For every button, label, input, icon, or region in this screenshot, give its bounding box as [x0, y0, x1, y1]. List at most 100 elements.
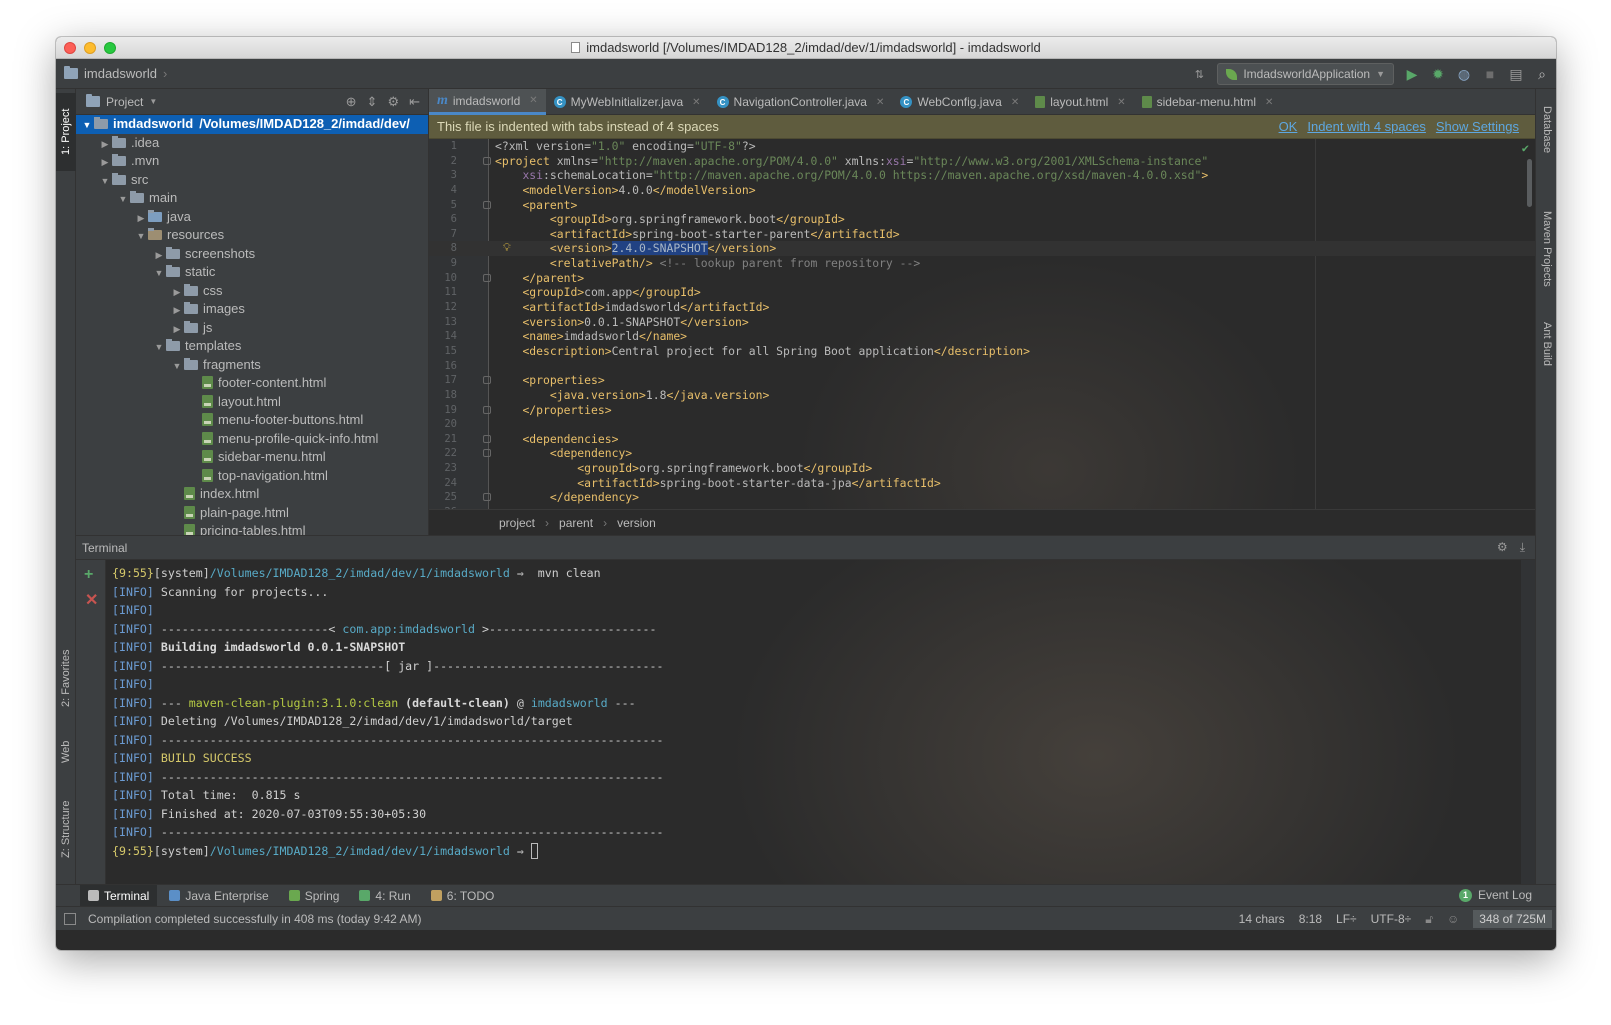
expanded-arrow-icon[interactable]: ▼: [80, 116, 94, 135]
fold-marker-icon[interactable]: [483, 376, 491, 385]
tree-item[interactable]: ▼ main: [76, 189, 428, 208]
new-session-icon[interactable]: +: [84, 566, 93, 584]
line-separator[interactable]: LF÷: [1336, 912, 1357, 926]
hector-icon[interactable]: ☺: [1447, 912, 1459, 926]
collapsed-arrow-icon[interactable]: ▶: [98, 135, 112, 154]
editor-tab[interactable]: C MyWebInitializer.java ✕: [546, 89, 709, 115]
fold-marker-icon[interactable]: [483, 434, 491, 443]
editor-tab[interactable]: m imdadsworld ✕: [429, 89, 546, 115]
close-tab-icon[interactable]: ✕: [529, 95, 537, 106]
fold-marker-icon[interactable]: [483, 405, 491, 414]
build-project-icon[interactable]: ⇅: [1191, 66, 1207, 82]
tree-item[interactable]: ▼ imdadsworld/Volumes/IMDAD128_2/imdad/de…: [76, 115, 428, 134]
expanded-arrow-icon[interactable]: ▼: [98, 172, 112, 191]
maximize-window-button[interactable]: [104, 42, 116, 54]
stop-icon[interactable]: ■: [1482, 66, 1498, 82]
tool-window-favorites[interactable]: 2: Favorites: [56, 634, 76, 722]
collapsed-arrow-icon[interactable]: ▶: [170, 320, 184, 339]
run-configuration-select[interactable]: ImdadsworldApplication ▼: [1217, 63, 1394, 85]
event-log-button[interactable]: 1 Event Log: [1458, 888, 1532, 902]
fold-marker-icon[interactable]: [483, 156, 491, 165]
collapsed-arrow-icon[interactable]: ▶: [152, 246, 166, 265]
ok-link[interactable]: OK: [1279, 119, 1298, 134]
show-settings-link[interactable]: Show Settings: [1436, 119, 1519, 134]
tree-item[interactable]: ▶ images: [76, 300, 428, 319]
tool-window-maven[interactable]: Maven Projects: [1536, 189, 1556, 309]
tree-item[interactable]: menu-footer-buttons.html: [76, 411, 428, 430]
tree-item[interactable]: sidebar-menu.html: [76, 448, 428, 467]
tool-window-structure[interactable]: Z: Structure: [56, 784, 76, 874]
collapsed-arrow-icon[interactable]: ▶: [170, 301, 184, 320]
caret-position[interactable]: 8:18: [1299, 912, 1322, 926]
code-editor[interactable]: 1 <?xml version="1.0" encoding="UTF-8"?> 2…: [429, 139, 1535, 509]
tool-window-database[interactable]: Database: [1536, 95, 1556, 165]
tree-item[interactable]: pricing-tables.html: [76, 522, 428, 535]
tree-item[interactable]: index.html: [76, 485, 428, 504]
tree-item[interactable]: plain-page.html: [76, 504, 428, 523]
tool-window-web[interactable]: Web: [56, 729, 76, 775]
tree-item[interactable]: menu-profile-quick-info.html: [76, 430, 428, 449]
tool-tab[interactable]: 6: TODO: [423, 885, 503, 907]
locate-file-icon[interactable]: ⊕: [346, 94, 357, 110]
hide-panel-icon[interactable]: ⇤: [409, 94, 420, 110]
file-encoding[interactable]: UTF-8÷: [1371, 912, 1412, 926]
breadcrumb-item[interactable]: version: [617, 516, 656, 530]
tool-window-project[interactable]: 1: Project: [56, 93, 76, 171]
tool-tab[interactable]: Spring: [281, 885, 348, 907]
editor-tab[interactable]: layout.html ✕: [1027, 89, 1133, 115]
breadcrumb-item[interactable]: project: [499, 516, 535, 530]
tool-tab[interactable]: Java Enterprise: [161, 885, 276, 907]
search-icon[interactable]: ⌕: [1534, 66, 1550, 82]
tree-item[interactable]: ▶ screenshots: [76, 245, 428, 264]
close-tab-icon[interactable]: ✕: [876, 97, 884, 108]
editor-tab[interactable]: C NavigationController.java ✕: [709, 89, 893, 115]
minimize-window-button[interactable]: [84, 42, 96, 54]
tool-window-ant[interactable]: Ant Build: [1536, 304, 1556, 384]
gear-icon[interactable]: ⚙: [387, 94, 399, 110]
tree-item[interactable]: top-navigation.html: [76, 467, 428, 486]
expanded-arrow-icon[interactable]: ▼: [116, 190, 130, 209]
close-session-icon[interactable]: ✕: [85, 590, 98, 610]
tree-item[interactable]: ▼ templates: [76, 337, 428, 356]
tool-windows-toggle[interactable]: [64, 912, 76, 925]
fold-marker-icon[interactable]: [483, 200, 491, 209]
close-tab-icon[interactable]: ✕: [692, 97, 700, 108]
collapsed-arrow-icon[interactable]: ▶: [134, 209, 148, 228]
terminal-output[interactable]: {9:55}[system]/Volumes/IMDAD128_2/imdad/…: [112, 564, 1521, 884]
project-view-select[interactable]: Project: [106, 95, 143, 109]
chevron-down-icon[interactable]: ▼: [149, 97, 157, 106]
tree-item[interactable]: ▼ static: [76, 263, 428, 282]
collapsed-arrow-icon[interactable]: ▶: [170, 283, 184, 302]
tree-item[interactable]: ▶ .mvn: [76, 152, 428, 171]
debug-icon[interactable]: ✹: [1430, 66, 1446, 82]
tree-item[interactable]: ▼ src: [76, 171, 428, 190]
indent-with-spaces-link[interactable]: Indent with 4 spaces: [1307, 119, 1426, 134]
tree-item[interactable]: ▶ js: [76, 319, 428, 338]
close-tab-icon[interactable]: ✕: [1117, 97, 1125, 108]
collapse-all-icon[interactable]: ⇕: [367, 94, 378, 110]
inspection-ok-icon[interactable]: ✔: [1522, 141, 1529, 155]
tool-tab[interactable]: Terminal: [80, 884, 158, 907]
expanded-arrow-icon[interactable]: ▼: [134, 227, 148, 246]
fold-marker-icon[interactable]: [483, 449, 491, 458]
terminal-scrollbar[interactable]: [1521, 560, 1535, 884]
lock-icon[interactable]: 🔓︎: [1425, 912, 1433, 927]
coverage-icon[interactable]: ◍: [1456, 66, 1472, 82]
editor-tab[interactable]: C WebConfig.java ✕: [892, 89, 1027, 115]
tool-tab[interactable]: 4: Run: [351, 885, 418, 907]
memory-indicator[interactable]: 348 of 725M: [1473, 910, 1552, 928]
tree-item[interactable]: ▶ .idea: [76, 134, 428, 153]
project-structure-icon[interactable]: ▤: [1508, 66, 1524, 82]
fold-marker-icon[interactable]: [483, 273, 491, 282]
editor-tab[interactable]: sidebar-menu.html ✕: [1134, 89, 1282, 115]
expanded-arrow-icon[interactable]: ▼: [170, 357, 184, 376]
gear-icon[interactable]: ⚙: [1497, 540, 1508, 555]
tree-item[interactable]: ▶ java: [76, 208, 428, 227]
hide-panel-icon[interactable]: ⤓: [1520, 540, 1525, 555]
expanded-arrow-icon[interactable]: ▼: [152, 338, 166, 357]
breadcrumb-item[interactable]: parent: [559, 516, 593, 530]
collapsed-arrow-icon[interactable]: ▶: [98, 153, 112, 172]
tree-item[interactable]: ▼ resources: [76, 226, 428, 245]
tree-item[interactable]: ▶ css: [76, 282, 428, 301]
expanded-arrow-icon[interactable]: ▼: [152, 264, 166, 283]
